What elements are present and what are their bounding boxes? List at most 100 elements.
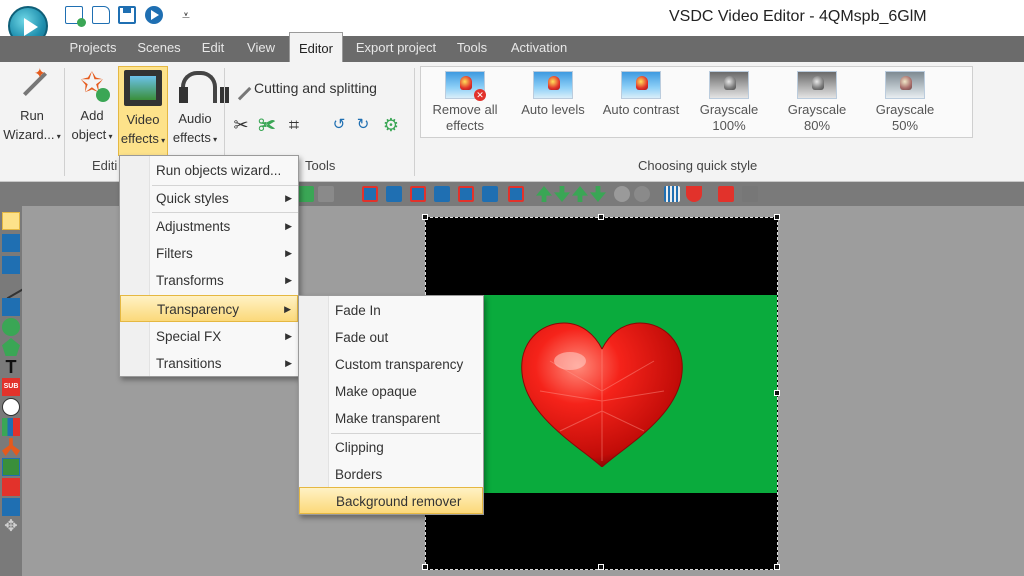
menu-item-run-objects-wizard[interactable]: Run objects wizard... xyxy=(120,157,298,184)
resize-handle-right[interactable] xyxy=(774,390,780,396)
resize-handle-bottom-right[interactable] xyxy=(774,564,780,570)
cutting-and-splitting-button[interactable]: Cutting and splitting xyxy=(228,77,377,101)
eyedropper-icon[interactable] xyxy=(742,186,758,202)
menu-item-make-transparent[interactable]: Make transparent xyxy=(299,405,483,432)
video-object-icon[interactable] xyxy=(2,234,20,252)
play-icon[interactable] xyxy=(145,6,163,24)
bring-forward-icon[interactable] xyxy=(572,186,588,202)
magnet-icon[interactable] xyxy=(686,186,702,202)
align-middle-icon[interactable] xyxy=(458,186,474,202)
ungroup-icon[interactable] xyxy=(634,186,650,202)
menu-item-background-remover[interactable]: Background remover xyxy=(299,487,483,514)
group-icon[interactable] xyxy=(614,186,630,202)
image-object-icon[interactable] xyxy=(2,256,20,274)
select-pointer-icon[interactable] xyxy=(2,212,20,230)
resize-handle-top-left[interactable] xyxy=(422,214,428,220)
tab-tools[interactable]: Tools xyxy=(450,36,494,62)
line-tool-icon[interactable] xyxy=(0,274,24,300)
rectangle-tool-icon[interactable] xyxy=(2,298,20,316)
menu-item-label: Run objects wizard... xyxy=(156,163,282,178)
subtitle-tool-icon[interactable]: SUB xyxy=(2,378,20,396)
tab-view[interactable]: View xyxy=(240,36,282,62)
distribute-icon[interactable] xyxy=(508,186,524,202)
chart-tool-icon[interactable] xyxy=(2,418,20,436)
tab-activation[interactable]: Activation xyxy=(503,36,575,62)
crop-icon[interactable]: ⌗ xyxy=(283,114,305,136)
new-project-icon[interactable] xyxy=(65,6,86,27)
toolbar-icons xyxy=(298,184,768,204)
title-bar: ⩡ VSDC Video Editor - 4QMspb_6GlM xyxy=(0,0,1024,46)
style-grayscale-80[interactable]: Grayscale 80% xyxy=(773,71,861,134)
text-tool-icon[interactable]: T xyxy=(2,358,20,376)
add-object-label-2-text: object xyxy=(71,127,107,142)
marker-icon[interactable] xyxy=(718,186,734,202)
arrow-up-icon[interactable] xyxy=(536,186,552,202)
move-tool-icon[interactable]: ✥ xyxy=(2,518,20,536)
align-left-icon[interactable] xyxy=(362,186,378,202)
resize-handle-bottom-left[interactable] xyxy=(422,564,428,570)
submenu-arrow-icon: ▶ xyxy=(285,248,292,258)
style-auto-contrast[interactable]: Auto contrast xyxy=(597,71,685,118)
polygon-tool-icon[interactable] xyxy=(2,338,20,356)
add-object-button[interactable]: ✩ Add object ▾ xyxy=(68,66,116,156)
image-tool-icon[interactable] xyxy=(2,458,20,476)
menu-item-make-opaque[interactable]: Make opaque xyxy=(299,378,483,405)
split-icon[interactable]: ✀ xyxy=(256,114,278,136)
grid-icon[interactable] xyxy=(664,186,680,202)
video-effect-tool-icon[interactable] xyxy=(2,498,20,516)
video-effects-button[interactable]: Video effects ▾ xyxy=(118,66,168,156)
menu-item-transforms[interactable]: Transforms ▶ xyxy=(120,267,298,294)
video-effects-menu: Run objects wizard... Quick styles ▶ Adju… xyxy=(119,155,299,377)
tab-editor[interactable]: Editor xyxy=(289,32,343,62)
align-center-icon[interactable] xyxy=(386,186,402,202)
align-top-icon[interactable] xyxy=(434,186,450,202)
rotate-right-icon[interactable]: ↻ xyxy=(352,114,374,136)
tab-projects[interactable]: Projects xyxy=(60,36,126,62)
align-bottom-icon[interactable] xyxy=(482,186,498,202)
menu-item-quick-styles[interactable]: Quick styles ▶ xyxy=(120,185,298,212)
resize-handle-bottom[interactable] xyxy=(598,564,604,570)
style-auto-levels[interactable]: Auto levels xyxy=(509,71,597,118)
settings-gear-icon[interactable]: ⚙ xyxy=(380,114,402,136)
style-grayscale-100[interactable]: Grayscale 100% xyxy=(685,71,773,134)
tab-edit[interactable]: Edit xyxy=(194,36,232,62)
menu-item-transparency[interactable]: Transparency ▶ xyxy=(120,295,298,322)
run-wizard-button[interactable]: Run Wizard... ▾ xyxy=(2,64,62,156)
redo-icon[interactable] xyxy=(318,186,334,202)
audio-tool-icon[interactable] xyxy=(2,478,20,496)
menu-item-adjustments[interactable]: Adjustments ▶ xyxy=(120,213,298,240)
scissors-icon[interactable]: ✂ xyxy=(230,114,252,136)
tab-scenes[interactable]: Scenes xyxy=(130,36,188,62)
resize-handle-top-right[interactable] xyxy=(774,214,780,220)
menu-item-custom-transparency[interactable]: Custom transparency xyxy=(299,351,483,378)
menu-item-fade-in[interactable]: Fade In xyxy=(299,297,483,324)
menu-item-transitions[interactable]: Transitions ▶ xyxy=(120,350,298,377)
rotate-left-icon[interactable]: ↺ xyxy=(328,114,350,136)
menu-item-special-fx[interactable]: Special FX ▶ xyxy=(120,323,298,350)
menu-item-clipping[interactable]: Clipping xyxy=(299,434,483,461)
cutting-and-splitting-label: Cutting and splitting xyxy=(254,80,377,96)
tab-export-project[interactable]: Export project xyxy=(350,36,442,62)
menu-item-filters[interactable]: Filters ▶ xyxy=(120,240,298,267)
audio-effects-button[interactable]: Audio effects ▾ xyxy=(170,66,229,156)
send-backward-icon[interactable] xyxy=(590,186,606,202)
ellipse-tool-icon[interactable] xyxy=(2,318,20,336)
menu-item-label: Quick styles xyxy=(156,191,229,206)
menu-item-label: Fade In xyxy=(335,303,381,318)
style-remove-all-effects[interactable]: Remove all effects xyxy=(421,71,509,134)
left-tool-palette: T SUB ✥ xyxy=(0,206,24,576)
style-grayscale-50[interactable]: Grayscale 50% xyxy=(861,71,949,134)
resize-handle-top[interactable] xyxy=(598,214,604,220)
open-project-icon[interactable] xyxy=(92,6,110,24)
animation-tool-icon[interactable] xyxy=(2,438,20,456)
menu-item-fade-out[interactable]: Fade out xyxy=(299,324,483,351)
align-right-icon[interactable] xyxy=(410,186,426,202)
speech-bubble-icon[interactable] xyxy=(2,398,20,416)
audio-effects-label-2: effects ▾ xyxy=(170,128,220,149)
customize-toolbar-icon[interactable]: ⩡ xyxy=(178,6,194,24)
undo-icon[interactable] xyxy=(298,186,314,202)
menu-item-borders[interactable]: Borders xyxy=(299,461,483,488)
save-icon[interactable] xyxy=(118,6,136,24)
submenu-arrow-icon: ▶ xyxy=(285,331,292,341)
arrow-down-icon[interactable] xyxy=(554,186,570,202)
